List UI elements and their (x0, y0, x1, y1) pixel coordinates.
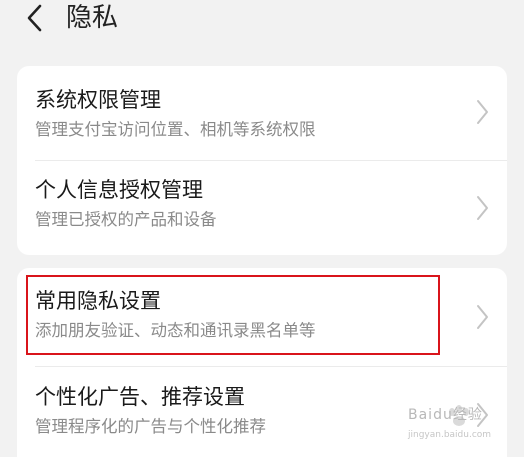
back-button[interactable] (22, 2, 50, 34)
annotation-highlight-box (26, 275, 440, 355)
chevron-right-icon (477, 100, 488, 124)
item-subtitle: 管理已授权的产品和设备 (35, 210, 217, 229)
chevron-right-icon (477, 305, 488, 329)
settings-group-1: 系统权限管理 管理支付宝访问位置、相机等系统权限 个人信息授权管理 管理已授权的… (17, 66, 507, 255)
page-title: 隐私 (66, 3, 119, 33)
item-title: 个人信息授权管理 (35, 178, 203, 202)
item-title: 系统权限管理 (35, 88, 161, 112)
chevron-right-icon (477, 196, 488, 220)
header-bar: 隐私 (0, 0, 524, 40)
chevron-left-icon (27, 4, 42, 32)
watermark-text: Baidu经验 (408, 407, 483, 423)
item-subtitle: 管理程序化的广告与个性化推荐 (35, 417, 266, 436)
personal-info-authorization-item[interactable]: 个人信息授权管理 管理已授权的产品和设备 (17, 161, 507, 255)
item-subtitle: 管理支付宝访问位置、相机等系统权限 (35, 120, 316, 139)
system-permissions-item[interactable]: 系统权限管理 管理支付宝访问位置、相机等系统权限 (17, 66, 507, 160)
privacy-screen: 隐私 系统权限管理 管理支付宝访问位置、相机等系统权限 个人信息授权管理 管理已… (0, 0, 524, 457)
item-title: 个性化广告、推荐设置 (35, 385, 245, 409)
watermark-url: jingyan.baidu.com (408, 430, 492, 440)
